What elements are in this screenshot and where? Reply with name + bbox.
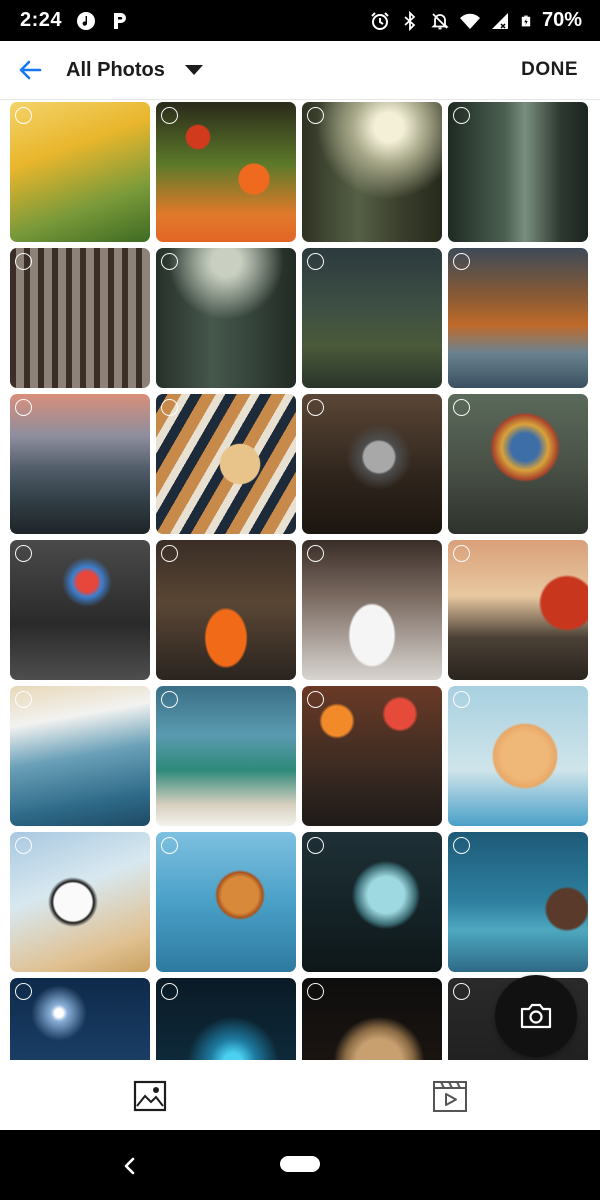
select-checkbox[interactable]: [161, 983, 178, 1000]
bokeh-eiffel-photo[interactable]: [302, 686, 442, 826]
status-time: 2:24: [20, 9, 63, 31]
bottom-tab-bar: [0, 1060, 600, 1130]
snowy-mountain-photo[interactable]: [10, 686, 150, 826]
lion-photo[interactable]: [302, 978, 442, 1060]
select-checkbox[interactable]: [453, 837, 470, 854]
select-checkbox[interactable]: [307, 837, 324, 854]
photos-tab[interactable]: [132, 1078, 168, 1114]
select-checkbox[interactable]: [307, 253, 324, 270]
select-checkbox[interactable]: [161, 545, 178, 562]
autumn-leaf-photo[interactable]: [156, 832, 296, 972]
misty-forest-photo[interactable]: [448, 102, 588, 242]
moonlit-night-photo[interactable]: [10, 978, 150, 1060]
tiger-photo[interactable]: [156, 394, 296, 534]
camera-icon: [520, 1003, 552, 1029]
p-app-icon: [114, 12, 127, 29]
select-checkbox[interactable]: [453, 983, 470, 1000]
forest-sunbeam-photo[interactable]: [302, 102, 442, 242]
bluetooth-icon: [404, 10, 416, 31]
select-checkbox[interactable]: [161, 691, 178, 708]
photo-grid: [0, 100, 600, 1060]
select-checkbox[interactable]: [453, 107, 470, 124]
select-checkbox[interactable]: [161, 253, 178, 270]
poppies-photo[interactable]: [156, 102, 296, 242]
heart-pendant-photo[interactable]: [302, 394, 442, 534]
album-selector[interactable]: All Photos: [66, 59, 203, 82]
select-checkbox[interactable]: [453, 253, 470, 270]
vintage-car-sunset-photo[interactable]: [448, 540, 588, 680]
image-icon: [133, 1080, 167, 1112]
autumn-lake-photo[interactable]: [448, 248, 588, 388]
select-checkbox[interactable]: [307, 399, 324, 416]
nav-back-icon[interactable]: [118, 1154, 142, 1178]
select-checkbox[interactable]: [161, 107, 178, 124]
page-title: All Photos: [66, 58, 165, 81]
caret-down-icon: [184, 65, 203, 75]
select-checkbox[interactable]: [161, 399, 178, 416]
rain-umbrella-photo[interactable]: [10, 540, 150, 680]
select-checkbox[interactable]: [161, 837, 178, 854]
coffee-cup-photo[interactable]: [302, 540, 442, 680]
select-checkbox[interactable]: [307, 691, 324, 708]
select-checkbox[interactable]: [453, 691, 470, 708]
bell-off-icon: [431, 12, 449, 29]
status-bar: 2:24 70%: [0, 0, 600, 41]
select-checkbox[interactable]: [453, 399, 470, 416]
home-pill-icon[interactable]: [280, 1156, 320, 1172]
select-checkbox[interactable]: [15, 107, 32, 124]
select-checkbox[interactable]: [15, 253, 32, 270]
select-checkbox[interactable]: [307, 107, 324, 124]
select-checkbox[interactable]: [15, 691, 32, 708]
pine-trunks-photo[interactable]: [10, 248, 150, 388]
select-checkbox[interactable]: [15, 983, 32, 1000]
select-checkbox[interactable]: [15, 545, 32, 562]
photo-grid-viewport[interactable]: [0, 100, 600, 1060]
signal-icon: [491, 12, 508, 29]
system-nav-bar: [0, 1130, 600, 1200]
alarm-icon: [371, 11, 389, 30]
wifi-icon: [459, 13, 480, 29]
select-checkbox[interactable]: [453, 545, 470, 562]
waterfall-cliffs-photo[interactable]: [302, 248, 442, 388]
camera-button[interactable]: [495, 975, 577, 1057]
tulips-photo[interactable]: [10, 102, 150, 242]
select-checkbox[interactable]: [307, 983, 324, 1000]
select-checkbox[interactable]: [15, 837, 32, 854]
music-note-icon: [77, 11, 96, 30]
battery-icon: [521, 15, 531, 26]
back-button[interactable]: [13, 53, 47, 87]
battery-percent: 70%: [541, 9, 582, 31]
videos-tab[interactable]: [432, 1078, 468, 1114]
lake-steps-photo[interactable]: [10, 394, 150, 534]
kung-fu-panda-photo[interactable]: [10, 832, 150, 972]
glowing-skull-photo[interactable]: [302, 832, 442, 972]
orange-supercar-photo[interactable]: [156, 540, 296, 680]
select-checkbox[interactable]: [307, 545, 324, 562]
select-checkbox[interactable]: [15, 399, 32, 416]
cookie-photo[interactable]: [448, 832, 588, 972]
island-ship-photo[interactable]: [156, 686, 296, 826]
arrow-back-icon: [19, 60, 42, 80]
blue-fireworks-photo[interactable]: [156, 978, 296, 1060]
hot-air-balloon-photo[interactable]: [448, 394, 588, 534]
app-bar: All Photos DONE: [0, 41, 600, 100]
kitten-photo[interactable]: [448, 686, 588, 826]
done-button[interactable]: DONE: [521, 59, 578, 81]
foggy-woods-photo[interactable]: [156, 248, 296, 388]
video-clapper-icon: [433, 1081, 467, 1112]
